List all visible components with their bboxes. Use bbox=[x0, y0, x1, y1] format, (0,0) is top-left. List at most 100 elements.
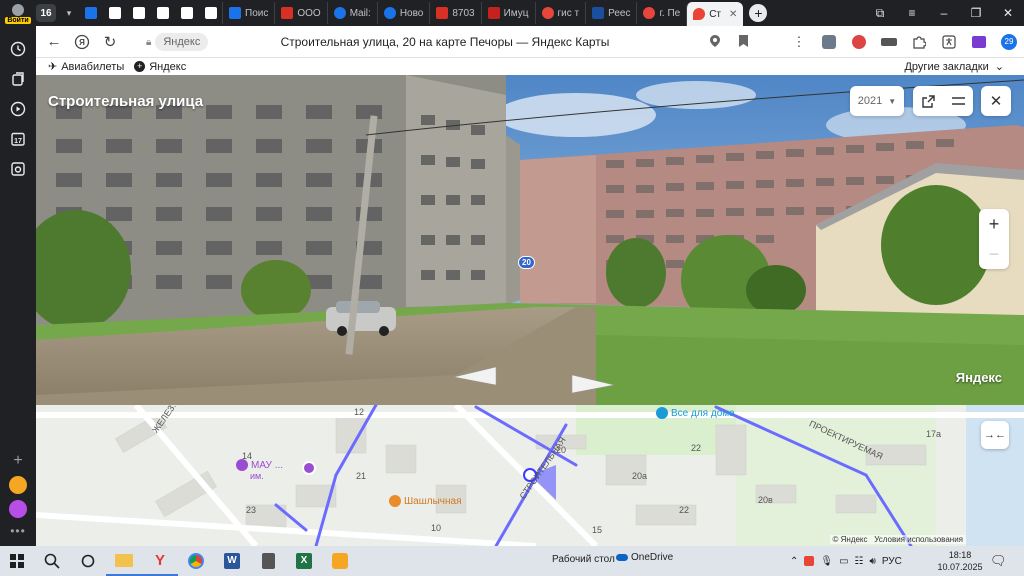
poi-shashlik[interactable]: Шашлычная bbox=[389, 495, 461, 507]
avatar-icon bbox=[12, 4, 24, 16]
app-tray-icon[interactable] bbox=[804, 556, 815, 566]
open-external-icon[interactable] bbox=[913, 86, 943, 116]
yandex-browser-icon[interactable]: Y bbox=[142, 546, 178, 576]
tab[interactable]: ООО bbox=[274, 2, 326, 24]
house-number: 20а bbox=[632, 471, 648, 481]
video-icon[interactable] bbox=[7, 98, 29, 120]
chevron-up-icon[interactable]: ⌃ bbox=[790, 556, 798, 567]
tab[interactable]: Поис bbox=[222, 2, 274, 24]
location-icon[interactable] bbox=[710, 34, 720, 50]
volume-icon[interactable]: 🔊︎ bbox=[870, 556, 876, 567]
close-panorama-button[interactable]: ✕ bbox=[981, 86, 1011, 116]
market-icon[interactable] bbox=[9, 476, 27, 494]
tab[interactable]: Ново bbox=[376, 2, 430, 24]
battery-icon[interactable]: ▭ bbox=[839, 556, 848, 567]
notifications-icon[interactable]: 🗨︎ bbox=[990, 553, 1007, 569]
pdf-icon bbox=[281, 7, 294, 19]
translate-icon[interactable] bbox=[934, 28, 964, 56]
adblock-extension-icon[interactable] bbox=[814, 28, 844, 56]
onedrive-indicator[interactable]: OneDrive bbox=[616, 552, 673, 563]
tab[interactable]: Реес bbox=[585, 2, 636, 24]
zoom-in-button[interactable]: + bbox=[979, 209, 1009, 239]
file-explorer-icon[interactable] bbox=[106, 546, 142, 576]
street-panorama[interactable]: 20 Строительная улица 2021 ▼ ✕ + − Яндек… bbox=[36, 75, 1024, 405]
zoom-control: + − bbox=[979, 209, 1009, 269]
tab[interactable]: 8703 bbox=[429, 2, 480, 24]
reload-button[interactable]: ↻ bbox=[96, 28, 124, 56]
extension-icon[interactable] bbox=[844, 28, 874, 56]
pinned-tab[interactable] bbox=[200, 2, 222, 24]
house-number-marker[interactable]: 20 bbox=[518, 256, 535, 269]
system-tray: ⌃ 🎙︎ ▭ ☷ 🔊︎ РУС bbox=[790, 546, 902, 576]
minimize-icon[interactable]: – bbox=[928, 6, 960, 20]
screenshot-icon[interactable] bbox=[7, 158, 29, 180]
language-indicator[interactable]: РУС bbox=[882, 556, 902, 567]
pinned-tab[interactable] bbox=[152, 2, 174, 24]
yandex-home-button[interactable]: Я bbox=[68, 28, 96, 56]
restore-icon[interactable]: ❐ bbox=[960, 6, 992, 20]
pinned-tab[interactable] bbox=[176, 2, 198, 24]
zoom-out-button[interactable]: − bbox=[979, 239, 1009, 269]
excel-icon[interactable]: X bbox=[286, 546, 322, 576]
chevron-down-icon[interactable]: ▾ bbox=[60, 8, 78, 19]
network-icon[interactable]: ☷ bbox=[855, 556, 864, 567]
pinned-tab[interactable] bbox=[104, 2, 126, 24]
food-icon bbox=[389, 495, 401, 507]
tab[interactable]: гис т bbox=[534, 2, 586, 24]
windows-taskbar: Y W X Рабочий стол OneDrive ⌃ 🎙︎ ▭ ☷ 🔊︎ … bbox=[0, 546, 1024, 576]
puzzle-icon[interactable] bbox=[904, 28, 934, 56]
panorama-actions bbox=[913, 86, 973, 116]
bookmark-yandex[interactable]: + Яндекс bbox=[134, 61, 186, 73]
back-button[interactable]: ← bbox=[40, 28, 68, 56]
bookmark-icon[interactable] bbox=[739, 34, 748, 50]
mail-icon bbox=[229, 7, 241, 19]
document-icon bbox=[157, 7, 169, 19]
pinned-tab[interactable] bbox=[128, 2, 150, 24]
profile-button[interactable]: Войти bbox=[4, 2, 32, 28]
bookmark-avia[interactable]: ✈︎ Авиабилеты bbox=[48, 60, 124, 74]
new-tab-button[interactable]: + bbox=[749, 4, 768, 22]
app-icon[interactable] bbox=[322, 546, 358, 576]
year-selector[interactable]: 2021 ▼ bbox=[850, 86, 904, 116]
mini-map[interactable]: ЖЕЛЕЗ... ПРОЕКТИРУЕМАЯ СТРОИТЕЛЬНАЯ Все … bbox=[36, 405, 1024, 546]
cortana-icon[interactable] bbox=[70, 546, 106, 576]
word-icon[interactable]: W bbox=[214, 546, 250, 576]
close-tab-icon[interactable]: ✕ bbox=[729, 9, 737, 20]
search-icon[interactable] bbox=[34, 546, 70, 576]
clock[interactable]: 18:18 10.07.2025 bbox=[936, 549, 984, 573]
calculator-icon[interactable] bbox=[250, 546, 286, 576]
more-icon[interactable]: ••• bbox=[10, 524, 26, 538]
start-button[interactable] bbox=[0, 554, 34, 568]
extension-badge: 29 bbox=[1001, 34, 1017, 50]
tab-count-badge[interactable]: 16 bbox=[36, 4, 56, 22]
poi-home-goods[interactable]: Все для дома bbox=[656, 407, 735, 419]
chrome-icon[interactable] bbox=[178, 546, 214, 576]
lock-icon[interactable]: 🔒︎ bbox=[146, 37, 151, 48]
pinned-tab[interactable] bbox=[80, 2, 102, 24]
calendar-icon[interactable]: 17 bbox=[7, 128, 29, 150]
collapse-map-button[interactable]: →← bbox=[981, 421, 1009, 449]
collections-icon[interactable] bbox=[7, 68, 29, 90]
history-icon[interactable] bbox=[7, 38, 29, 60]
menu-lines-icon[interactable] bbox=[943, 86, 973, 116]
poi-markers[interactable] bbox=[302, 461, 316, 475]
tab[interactable]: Mail: bbox=[326, 2, 377, 24]
active-tab[interactable]: Ст ✕ bbox=[686, 2, 744, 26]
add-panel-icon[interactable]: + bbox=[13, 452, 22, 470]
more-options-icon[interactable]: ⋮ bbox=[784, 28, 814, 56]
menu-icon[interactable]: ≡ bbox=[896, 6, 928, 20]
alice-icon[interactable] bbox=[9, 500, 27, 518]
downloads-icon[interactable]: 29 bbox=[994, 28, 1024, 56]
tab-search-icon[interactable]: ⧉ bbox=[864, 6, 896, 21]
url-field[interactable]: 🔒︎ Яндекс Строительная улица, 20 на карт… bbox=[140, 30, 760, 54]
tab[interactable]: г. Пе bbox=[636, 2, 686, 24]
terms-link[interactable]: Условия использования bbox=[874, 535, 963, 544]
microphone-icon[interactable]: 🎙︎ bbox=[820, 556, 833, 567]
extension-icon[interactable] bbox=[964, 28, 994, 56]
other-bookmarks[interactable]: Другие закладки ⌄ bbox=[904, 60, 1004, 74]
extension-icon[interactable] bbox=[874, 28, 904, 56]
panorama-logo: Яндекс bbox=[955, 370, 1002, 385]
desktop-toolbar[interactable]: Рабочий стол bbox=[552, 554, 615, 565]
close-window-icon[interactable]: ✕ bbox=[992, 6, 1024, 20]
tab[interactable]: Имуц bbox=[480, 2, 535, 24]
